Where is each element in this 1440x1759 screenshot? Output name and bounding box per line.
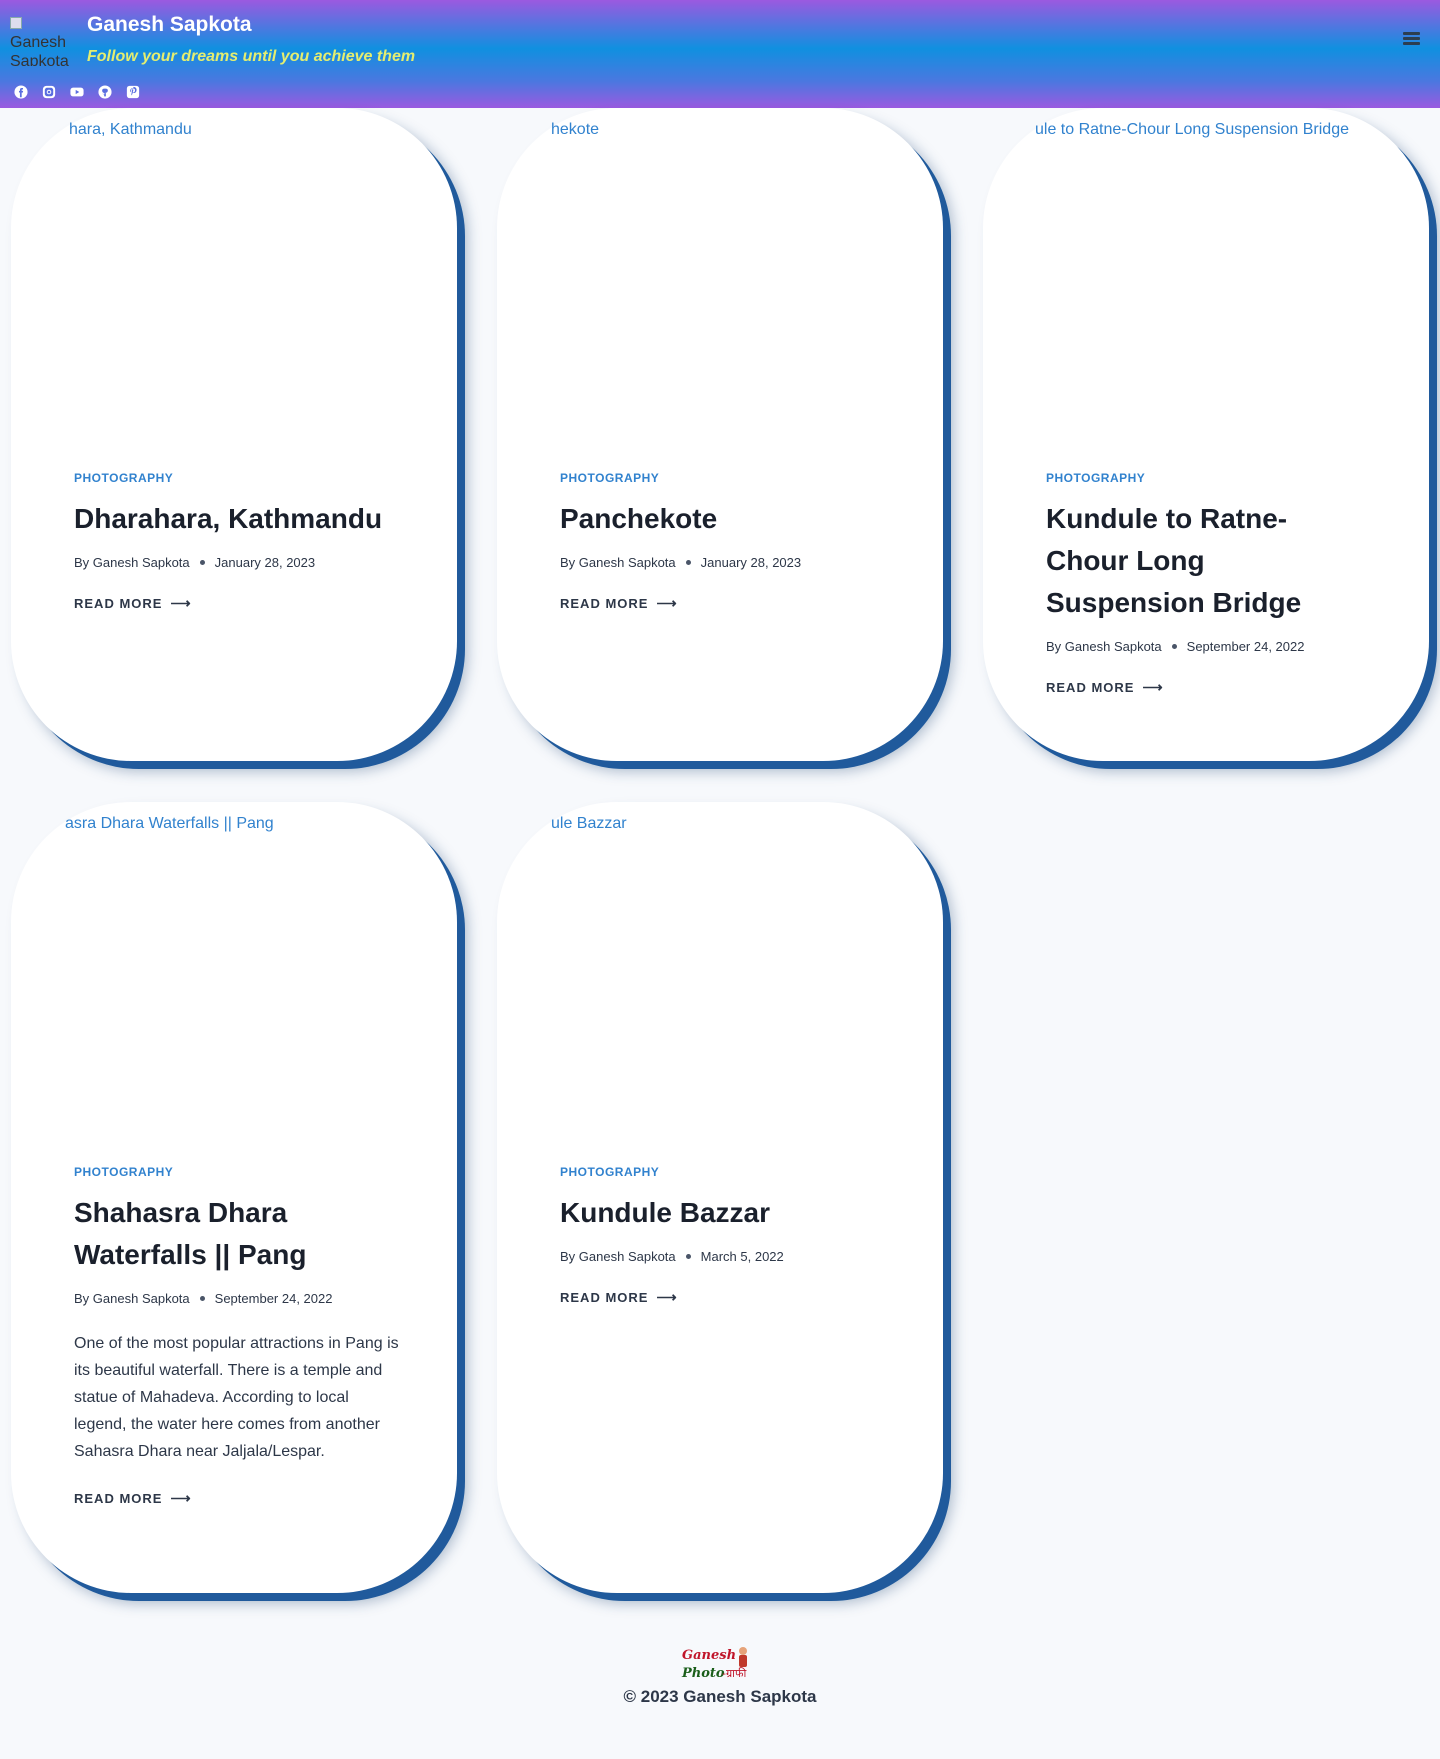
site-header: Ganesh Sapkota Ganesh Sapkota Follow you… <box>0 0 1440 108</box>
by-label: By <box>560 1249 576 1264</box>
post-author[interactable]: Ganesh Sapkota <box>1065 639 1162 654</box>
read-more-label: READ MORE <box>74 1491 163 1506</box>
post-date: January 28, 2023 <box>214 555 316 570</box>
post-card: ule to Ratne-Chour Long Suspension Bridg… <box>983 108 1429 761</box>
post-card: ule Bazzar PHOTOGRAPHY Kundule Bazzar By… <box>497 802 943 1593</box>
read-more-label: READ MORE <box>560 1290 649 1305</box>
pinterest-icon[interactable] <box>126 85 140 99</box>
read-more-link[interactable]: READ MORE ⟶ <box>1046 679 1164 696</box>
site-logo[interactable]: Ganesh Sapkota <box>10 14 72 66</box>
arrow-right-icon: ⟶ <box>656 595 678 611</box>
copyright-text: © 2023 Ganesh Sapkota <box>623 1687 817 1706</box>
meta-separator <box>199 1296 205 1301</box>
post-title[interactable]: Dharahara, Kathmandu <box>74 498 404 540</box>
post-image[interactable]: hara, Kathmandu <box>69 121 269 141</box>
post-card: asra Dhara Waterfalls || Pang PHOTOGRAPH… <box>11 802 457 1593</box>
post-image[interactable]: asra Dhara Waterfalls || Pang <box>65 815 345 835</box>
post-image[interactable]: ule Bazzar <box>551 815 671 835</box>
read-more-link[interactable]: READ MORE ⟶ <box>560 1289 678 1306</box>
post-author[interactable]: Ganesh Sapkota <box>93 1291 190 1306</box>
logo-alt-text: Ganesh Sapkota <box>10 34 69 66</box>
post-image[interactable]: hekote <box>551 121 671 141</box>
post-date: September 24, 2022 <box>1186 639 1305 654</box>
post-meta: By Ganesh Sapkota January 28, 2023 <box>74 555 404 570</box>
post-category[interactable]: PHOTOGRAPHY <box>1046 471 1356 485</box>
post-meta: By Ganesh Sapkota September 24, 2022 <box>74 1291 404 1306</box>
svg-text:-ग्राफी: -ग्राफी <box>722 1667 747 1680</box>
post-category[interactable]: PHOTOGRAPHY <box>74 1165 404 1179</box>
meta-separator <box>199 560 205 565</box>
by-label: By <box>74 555 90 570</box>
post-date: March 5, 2022 <box>700 1249 784 1264</box>
arrow-right-icon: ⟶ <box>170 1490 192 1506</box>
instagram-icon[interactable] <box>42 85 56 99</box>
post-card: hekote PHOTOGRAPHY Panchekote By Ganesh … <box>497 108 943 761</box>
arrow-right-icon: ⟶ <box>1142 679 1164 695</box>
facebook-icon[interactable] <box>14 85 28 99</box>
post-meta: By Ganesh Sapkota January 28, 2023 <box>560 555 890 570</box>
post-author[interactable]: Ganesh Sapkota <box>93 555 190 570</box>
read-more-link[interactable]: READ MORE ⟶ <box>560 595 678 612</box>
read-more-label: READ MORE <box>1046 680 1135 695</box>
post-title[interactable]: Kundule to Ratne-Chour Long Suspension B… <box>1046 498 1356 624</box>
post-category[interactable]: PHOTOGRAPHY <box>74 471 404 485</box>
github-icon[interactable] <box>98 85 112 99</box>
footer-logo: Ganesh Photo -ग्राफी <box>681 1647 747 1681</box>
post-date: January 28, 2023 <box>700 555 802 570</box>
read-more-link[interactable]: READ MORE ⟶ <box>74 595 192 612</box>
post-excerpt: One of the most popular attractions in P… <box>74 1335 399 1460</box>
post-card: hara, Kathmandu PHOTOGRAPHY Dharahara, K… <box>11 108 457 761</box>
meta-separator <box>1171 644 1177 649</box>
post-category[interactable]: PHOTOGRAPHY <box>560 1165 890 1179</box>
by-label: By <box>74 1291 90 1306</box>
read-more-label: READ MORE <box>560 596 649 611</box>
post-meta: By Ganesh Sapkota March 5, 2022 <box>560 1249 890 1264</box>
post-title[interactable]: Kundule Bazzar <box>560 1192 890 1234</box>
site-title[interactable]: Ganesh Sapkota <box>87 13 252 37</box>
meta-separator <box>685 1254 691 1259</box>
post-date: September 24, 2022 <box>214 1291 333 1306</box>
arrow-right-icon: ⟶ <box>170 595 192 611</box>
youtube-icon[interactable] <box>70 85 84 99</box>
post-meta: By Ganesh Sapkota September 24, 2022 <box>1046 639 1356 654</box>
arrow-right-icon: ⟶ <box>656 1289 678 1305</box>
read-more-label: READ MORE <box>74 596 163 611</box>
post-title[interactable]: Panchekote <box>560 498 890 540</box>
site-tagline: Follow your dreams until you achieve the… <box>87 48 416 65</box>
hamburger-menu-icon[interactable] <box>1400 30 1422 50</box>
post-category[interactable]: PHOTOGRAPHY <box>560 471 890 485</box>
post-image[interactable]: ule to Ratne-Chour Long Suspension Bridg… <box>1035 121 1375 141</box>
post-author[interactable]: Ganesh Sapkota <box>579 555 676 570</box>
post-title[interactable]: Shahasra Dhara Waterfalls || Pang <box>74 1192 404 1276</box>
social-links <box>14 85 140 99</box>
post-author[interactable]: Ganesh Sapkota <box>579 1249 676 1264</box>
by-label: By <box>1046 639 1062 654</box>
read-more-link[interactable]: READ MORE ⟶ <box>74 1490 192 1507</box>
broken-image-icon <box>10 17 22 29</box>
svg-text:Ganesh: Ganesh <box>682 1648 736 1663</box>
meta-separator <box>685 560 691 565</box>
by-label: By <box>560 555 576 570</box>
svg-text:Photo: Photo <box>681 1666 725 1681</box>
